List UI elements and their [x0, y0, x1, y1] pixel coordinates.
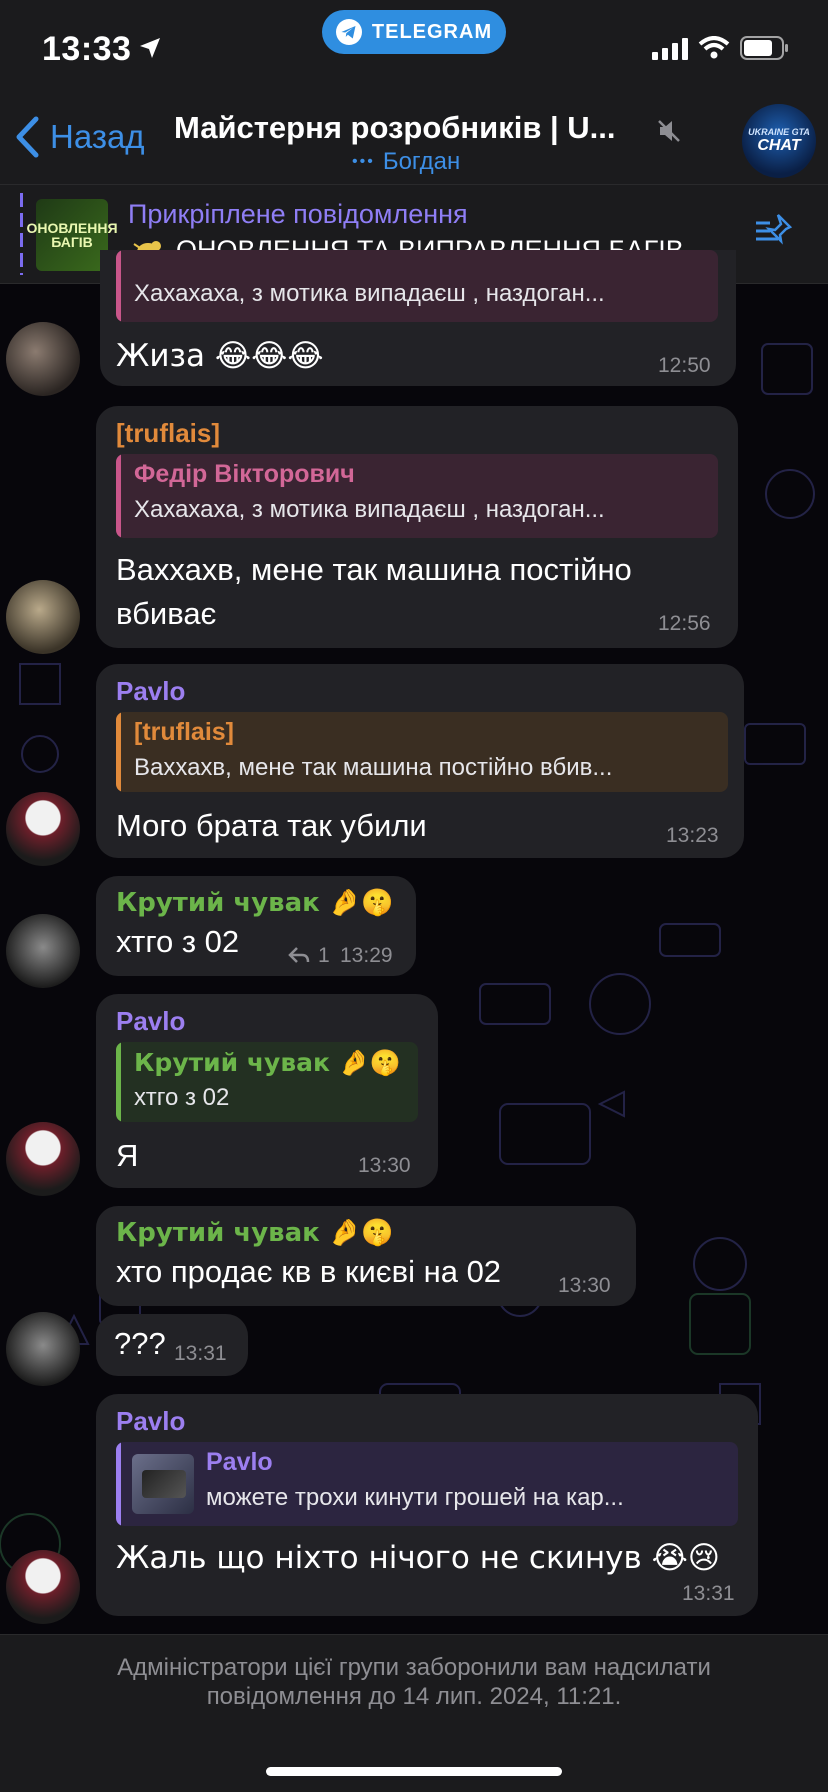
group-avatar-line2: CHAT — [757, 137, 801, 154]
group-avatar-line1: UKRAINE GTA — [748, 127, 810, 137]
restricted-footer: Адміністратори цієї групи заборонили вам… — [0, 1634, 828, 1792]
sender-name[interactable]: Pavlo — [116, 1006, 185, 1037]
telegram-pill-label: TELEGRAM — [371, 20, 493, 43]
sender-name[interactable]: Крутий чувак 🤌🤫 — [116, 1218, 394, 1248]
reply-text: хтго з 02 — [134, 1084, 230, 1111]
message-text: Я — [116, 1138, 139, 1173]
reply-count[interactable]: 1 — [318, 944, 330, 968]
message-text: Жаль що ніхто нічого не скинув 😭😢 — [116, 1540, 721, 1576]
message-bubble-8[interactable]: Pavlo Pavlo можете трохи кинути грошей н… — [96, 1394, 758, 1616]
restriction-notice: Адміністратори цієї групи заборонили вам… — [117, 1654, 711, 1710]
group-avatar[interactable]: UKRAINE GTA CHAT — [742, 104, 816, 178]
message-time: 13:31 — [174, 1342, 227, 1365]
reply-preview[interactable]: Pavlo можете трохи кинути грошей на кар.… — [116, 1442, 738, 1526]
wifi-icon — [698, 36, 730, 59]
telegram-plane-icon — [335, 19, 362, 45]
chevron-left-icon — [16, 116, 39, 158]
reply-sender: [truflais] — [134, 718, 234, 746]
message-text-line1: Ваххахв, мене так машина постійно — [116, 552, 632, 587]
reply-preview[interactable]: Крутий чувак 🤌🤫 хтго з 02 — [116, 1042, 418, 1122]
message-bubble-3[interactable]: Pavlo [truflais] Ваххахв, мене так машин… — [96, 664, 744, 858]
message-bubble-7[interactable]: ??? 13:31 — [96, 1314, 248, 1376]
sender-name[interactable]: [truflais] — [116, 418, 220, 449]
sender-name[interactable]: Pavlo — [116, 1406, 185, 1437]
battery-icon — [740, 36, 788, 60]
message-text: хто продає кв в києві на 02 — [116, 1254, 502, 1289]
message-time: 12:56 — [658, 612, 711, 635]
reply-bar — [116, 454, 121, 538]
pin-list-icon[interactable] — [754, 211, 796, 251]
reply-preview[interactable]: Федір Вікторович Хахахаха, з мотика випа… — [116, 454, 718, 538]
sender-name[interactable]: Крутий чувак 🤌🤫 — [116, 888, 394, 918]
typing-dots: ••• — [352, 153, 375, 170]
message-time: 13:31 — [682, 1582, 735, 1605]
typing-user: Богдан — [382, 148, 461, 175]
pinned-thumbnail: ОНОВЛЕННЯ БАГІВ — [26, 199, 118, 271]
reply-arrow-icon — [288, 947, 310, 963]
avatar[interactable] — [6, 1122, 80, 1196]
reply-bar — [116, 1042, 121, 1122]
avatar[interactable] — [6, 322, 80, 396]
reply-sender: Pavlo — [206, 1448, 273, 1476]
muted-speaker-icon — [658, 120, 680, 142]
message-time: 13:30 — [358, 1154, 411, 1177]
message-bubble-6[interactable]: Крутий чувак 🤌🤫 хто продає кв в києві на… — [96, 1206, 636, 1306]
sender-name[interactable]: Pavlo — [116, 676, 185, 707]
reply-sender: Федір Вікторович — [134, 460, 355, 488]
avatar[interactable] — [6, 914, 80, 988]
reply-text: Ваххахв, мене так машина постійно вбив..… — [134, 754, 613, 781]
reply-preview[interactable]: [truflais] Ваххахв, мене так машина пост… — [116, 712, 728, 792]
avatar[interactable] — [6, 1312, 80, 1386]
message-text: Мого брата так убили — [116, 808, 427, 843]
reply-bar — [116, 1442, 121, 1526]
message-time: 12:50 — [658, 354, 711, 377]
message-text: хтго з 02 — [116, 924, 240, 959]
reply-text: Хахахаха, з мотика випадаєш , наздоган..… — [134, 280, 605, 307]
reply-bar — [116, 250, 121, 322]
message-bubble-5[interactable]: Pavlo Крутий чувак 🤌🤫 хтго з 02 Я 13:30 — [96, 994, 438, 1188]
back-button[interactable]: Назад — [14, 116, 145, 158]
message-time: 13:23 — [666, 824, 719, 847]
message-time: 13:29 — [340, 944, 393, 967]
cellular-signal-icon — [652, 38, 688, 60]
pinned-indicator — [20, 193, 23, 275]
reply-preview[interactable]: Хахахаха, з мотика випадаєш , наздоган..… — [116, 250, 718, 322]
status-time: 13:33 — [42, 30, 132, 68]
location-arrow-icon — [140, 38, 160, 58]
message-text-line2: вбиває — [116, 596, 217, 631]
message-bubble-2[interactable]: [truflais] Федір Вікторович Хахахаха, з … — [96, 406, 738, 648]
back-label: Назад — [50, 118, 145, 155]
reply-bar — [116, 712, 121, 792]
home-indicator[interactable] — [266, 1767, 562, 1776]
avatar[interactable] — [6, 1550, 80, 1624]
reply-text: Хахахаха, з мотика випадаєш , наздоган..… — [134, 496, 605, 523]
message-text: Жиза 😂😂😂 — [116, 338, 324, 374]
reply-sender: Крутий чувак 🤌🤫 — [134, 1048, 401, 1077]
pinned-label: Прикріплене повідомлення — [128, 199, 468, 229]
message-time: 13:30 — [558, 1274, 611, 1297]
card-image — [142, 1470, 186, 1498]
message-text: ??? — [114, 1326, 166, 1361]
chat-title[interactable]: Майстерня розробників | U... — [174, 110, 654, 146]
status-bar: 13:33 TELEGRAM — [0, 0, 828, 100]
reply-text: можете трохи кинути грошей на кар... — [206, 1484, 624, 1511]
message-bubble-1[interactable]: Хахахаха, з мотика випадаєш , наздоган..… — [100, 250, 736, 386]
reply-thumbnail — [132, 1454, 194, 1514]
telegram-app-pill[interactable]: TELEGRAM — [322, 10, 506, 54]
avatar[interactable] — [6, 580, 80, 654]
message-bubble-4[interactable]: Крутий чувак 🤌🤫 хтго з 02 1 13:29 — [96, 876, 416, 976]
avatar[interactable] — [6, 792, 80, 866]
chat-header: Назад Майстерня розробників | U... ••• Б… — [0, 100, 828, 184]
typing-indicator: ••• Богдан — [352, 148, 460, 176]
